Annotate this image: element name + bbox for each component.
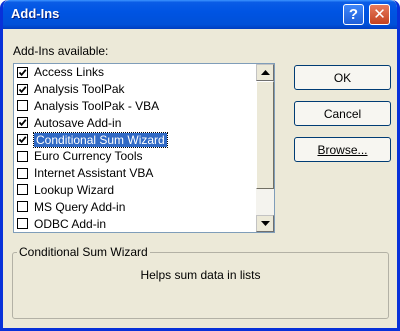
addin-list-item[interactable]: Internet Assistant VBA: [14, 165, 256, 182]
help-button[interactable]: ?: [343, 4, 364, 25]
addin-list-item-label: Analysis ToolPak - VBA: [34, 98, 160, 113]
close-button[interactable]: ✕: [369, 4, 390, 25]
close-icon: ✕: [373, 6, 386, 23]
addin-list-item-label: Internet Assistant VBA: [34, 166, 154, 181]
checkbox-checked[interactable]: [17, 117, 28, 129]
checkmark-icon: [18, 119, 27, 127]
window-title: Add-Ins: [11, 6, 60, 21]
addin-list-item[interactable]: ODBC Add-in: [14, 215, 256, 232]
title-bar[interactable]: Add-Ins ? ✕: [3, 0, 397, 29]
addin-list-item[interactable]: Access Links: [14, 64, 256, 81]
addin-list-item-label: Conditional Sum Wizard: [33, 131, 168, 148]
checkbox-unchecked[interactable]: [17, 218, 28, 230]
addin-description: Helps sum data in lists: [140, 268, 261, 282]
checkmark-icon: [18, 136, 27, 144]
add-ins-dialog: Add-Ins ? ✕ Add-Ins available: Access Li…: [0, 0, 400, 331]
checkbox-unchecked[interactable]: [17, 184, 28, 196]
addin-list-item-label: ODBC Add-in: [34, 216, 107, 231]
ok-button-label: OK: [333, 70, 352, 85]
cancel-button-label: Cancel: [323, 106, 362, 121]
vertical-scrollbar[interactable]: [256, 64, 274, 232]
addin-list-item[interactable]: Analysis ToolPak - VBA: [14, 98, 256, 115]
addin-list-item-label: Access Links: [34, 65, 105, 80]
browse-button[interactable]: Browse...: [294, 137, 391, 162]
addin-list-item[interactable]: Euro Currency Tools: [14, 148, 256, 165]
addin-list-item[interactable]: Autosave Add-in: [14, 114, 256, 131]
scroll-down-button[interactable]: [256, 215, 274, 232]
checkmark-icon: [18, 85, 27, 93]
question-mark-icon: ?: [348, 6, 359, 23]
addin-list-item[interactable]: Analysis ToolPak: [14, 81, 256, 98]
addin-list-item-label: Euro Currency Tools: [34, 149, 143, 164]
addin-list-item-label: MS Query Add-in: [34, 199, 126, 214]
checkbox-unchecked[interactable]: [17, 167, 28, 179]
scroll-thumb[interactable]: [256, 81, 274, 189]
cancel-button[interactable]: Cancel: [294, 101, 391, 126]
addin-list-item-label: Autosave Add-in: [34, 115, 122, 130]
addin-list-item[interactable]: Lookup Wizard: [14, 182, 256, 199]
ok-button[interactable]: OK: [294, 65, 391, 90]
addin-details-title: Conditional Sum Wizard: [17, 245, 150, 259]
checkbox-checked[interactable]: [17, 83, 28, 95]
browse-button-label: Browse...: [317, 142, 368, 157]
addin-details-group: Conditional Sum Wizard Helps sum data in…: [12, 245, 389, 319]
addin-list-item-label: Analysis ToolPak: [34, 82, 125, 97]
addin-list-item[interactable]: Conditional Sum Wizard: [14, 131, 256, 148]
add-ins-available-label: Add-Ins available:: [13, 44, 109, 58]
addin-list-item[interactable]: MS Query Add-in: [14, 198, 256, 215]
arrow-down-icon: [260, 221, 270, 226]
checkbox-checked[interactable]: [17, 134, 28, 146]
checkbox-unchecked[interactable]: [17, 201, 28, 213]
checkbox-unchecked[interactable]: [17, 100, 28, 112]
add-ins-listbox[interactable]: Access Links Analysis ToolPak Analysis Too…: [13, 63, 275, 233]
checkbox-unchecked[interactable]: [17, 150, 28, 162]
addin-list-item-label: Lookup Wizard: [34, 182, 115, 197]
checkbox-checked[interactable]: [17, 66, 28, 78]
scroll-up-button[interactable]: [256, 64, 274, 81]
add-ins-list: Access Links Analysis ToolPak Analysis Too…: [14, 64, 256, 232]
arrow-up-icon: [260, 70, 270, 75]
checkmark-icon: [18, 69, 27, 77]
